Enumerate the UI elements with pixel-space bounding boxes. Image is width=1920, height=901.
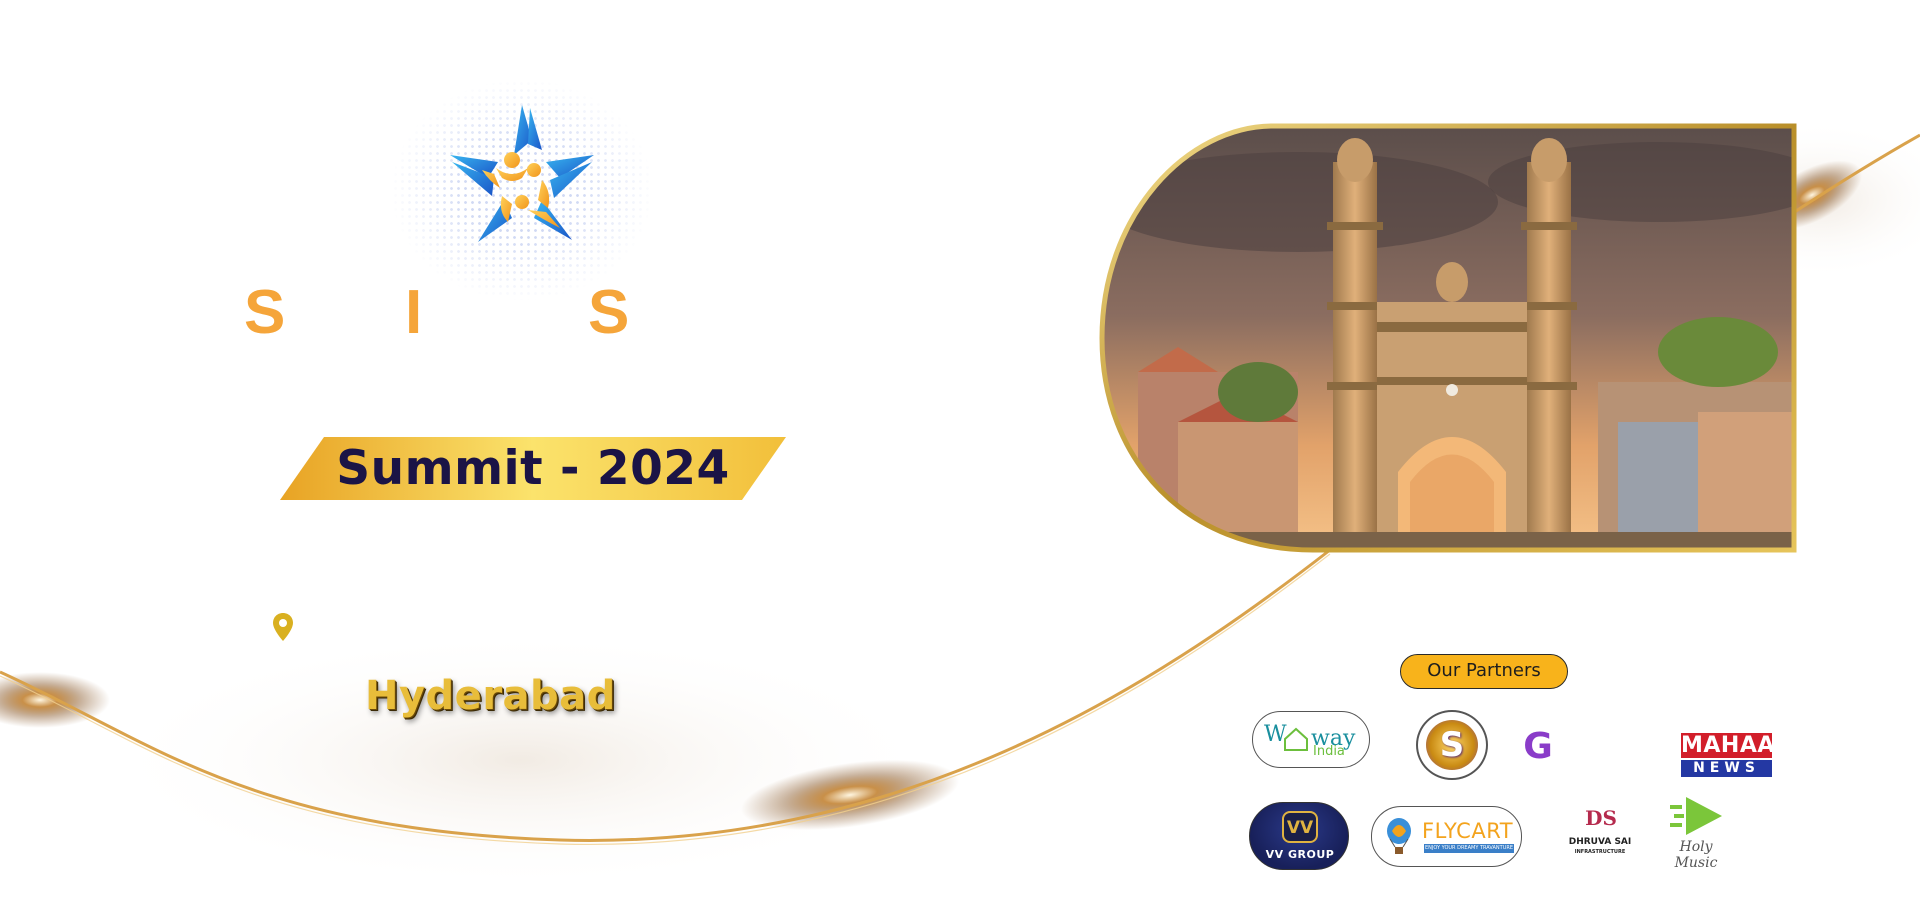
partner-logo-s[interactable]: S — [1416, 710, 1488, 780]
partner-logo-mahaa-news[interactable]: MAHAA NEWS — [1681, 733, 1775, 777]
vv-shield-icon: VV — [1282, 811, 1318, 843]
dhruva-sai-sub: INFRASTRUCTURE — [1574, 849, 1626, 855]
dhruva-sai-text: DHRUVA SAI — [1568, 837, 1632, 847]
flycart-tagline: ENJOY YOUR DREAMY TRAVANTURE — [1424, 844, 1514, 853]
event-title: Summit - 2024 — [336, 441, 730, 496]
partner-logo-g[interactable]: G — [1518, 727, 1558, 767]
holy-music-text: Holy Music — [1674, 839, 1718, 871]
partner-logo-dhruva-sai[interactable]: DS DHRUVA SAI INFRASTRUCTURE — [1560, 806, 1640, 864]
brand-letter-s-first: S — [244, 278, 286, 347]
partner-logo-wayindia[interactable]: W way India — [1252, 711, 1370, 768]
news-text: NEWS — [1681, 760, 1772, 777]
wayindia-sub: India — [1313, 744, 1345, 759]
ds-monogram-icon: DS — [1585, 806, 1617, 830]
brand-letter-s-last: S — [588, 278, 630, 347]
vv-group-text: VV GROUP — [1265, 848, 1335, 861]
map-pin-icon — [273, 613, 293, 641]
partner-logo-holy-music[interactable]: Holy Music — [1656, 795, 1736, 871]
hot-air-balloon-icon — [1387, 818, 1411, 854]
our-partners-heading: Our Partners — [1400, 654, 1568, 689]
flycart-text: FLYCART — [1422, 819, 1514, 843]
mahaa-text: MAHAA — [1681, 733, 1775, 758]
partner-logo-vv-group[interactable]: VV VV GROUP — [1249, 802, 1349, 870]
star-people-logo-icon — [450, 105, 594, 242]
house-icon — [1284, 727, 1308, 751]
s-logo-mark: S — [1426, 720, 1478, 770]
play-arrow-icon — [1670, 797, 1722, 835]
brand-letter-i: I — [405, 278, 423, 347]
summit-banner: Summit - 2024 — [280, 437, 786, 500]
charminar-hero-image — [1099, 123, 1797, 553]
partner-logo-flycart[interactable]: FLYCART ENJOY YOUR DREAMY TRAVANTURE — [1371, 806, 1522, 867]
event-city: Hyderabad — [365, 673, 616, 719]
event-logo — [392, 80, 652, 300]
